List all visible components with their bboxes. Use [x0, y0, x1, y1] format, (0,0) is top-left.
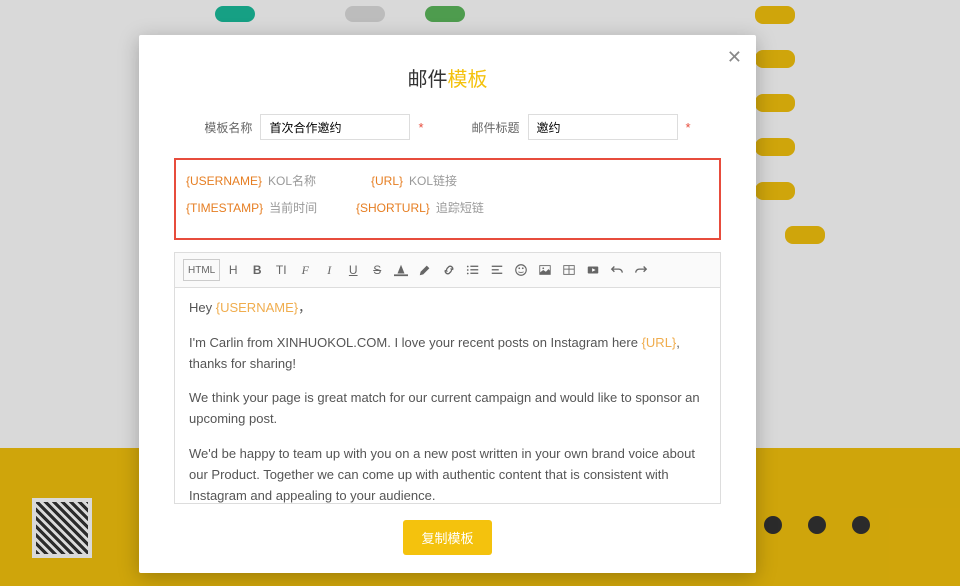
subject-group: 邮件标题 * — [472, 114, 691, 140]
fontfamily-button[interactable]: F — [294, 259, 316, 281]
rich-text-editor: HTML H B TI F I U S Hey {USERNAME}， I'm … — [174, 252, 721, 504]
fontsize-button[interactable]: TI — [270, 259, 292, 281]
color-button[interactable] — [390, 259, 412, 281]
editor-textarea[interactable]: Hey {USERNAME}， I'm Carlin from XINHUOKO… — [175, 288, 720, 503]
link-button[interactable] — [438, 259, 460, 281]
subject-input[interactable] — [528, 114, 678, 140]
title-part1: 邮件 — [408, 69, 448, 91]
variable-timestamp[interactable]: {TIMESTAMP}当前时间 — [186, 199, 356, 216]
required-mark: * — [418, 120, 423, 135]
emoji-button[interactable] — [510, 259, 532, 281]
list-button[interactable] — [462, 259, 484, 281]
bold-button[interactable]: B — [246, 259, 268, 281]
close-button[interactable]: ✕ — [727, 47, 742, 68]
variable-username[interactable]: {USERNAME}KOL名称 — [186, 172, 371, 189]
strikethrough-button[interactable]: S — [366, 259, 388, 281]
heading-button[interactable]: H — [222, 259, 244, 281]
undo-button[interactable] — [606, 259, 628, 281]
variable-shorturl[interactable]: {SHORTURL}追踪短链 — [356, 199, 484, 226]
image-button[interactable] — [534, 259, 556, 281]
template-name-input[interactable] — [260, 114, 410, 140]
form-row: 模板名称 * 邮件标题 * — [139, 114, 756, 158]
required-mark: * — [686, 120, 691, 135]
variable-url[interactable]: {URL}KOL链接 — [371, 172, 561, 189]
variables-box: {USERNAME}KOL名称 {URL}KOL链接 {TIMESTAMP}当前… — [174, 158, 721, 240]
highlight-button[interactable] — [414, 259, 436, 281]
video-button[interactable] — [582, 259, 604, 281]
email-template-modal: ✕ 邮件模板 模板名称 * 邮件标题 * {USERNAME}KOL名称 {UR… — [139, 35, 756, 573]
template-name-label: 模板名称 — [204, 119, 252, 136]
title-part2: 模板 — [448, 69, 488, 91]
align-button[interactable] — [486, 259, 508, 281]
redo-button[interactable] — [630, 259, 652, 281]
copy-template-button[interactable]: 复制模板 — [403, 520, 491, 555]
template-name-group: 模板名称 * — [204, 114, 423, 140]
underline-button[interactable]: U — [342, 259, 364, 281]
italic-button[interactable]: I — [318, 259, 340, 281]
html-button[interactable]: HTML — [183, 259, 220, 281]
modal-title: 邮件模板 — [139, 35, 756, 114]
table-button[interactable] — [558, 259, 580, 281]
editor-toolbar: HTML H B TI F I U S — [175, 253, 720, 288]
subject-label: 邮件标题 — [472, 119, 520, 136]
